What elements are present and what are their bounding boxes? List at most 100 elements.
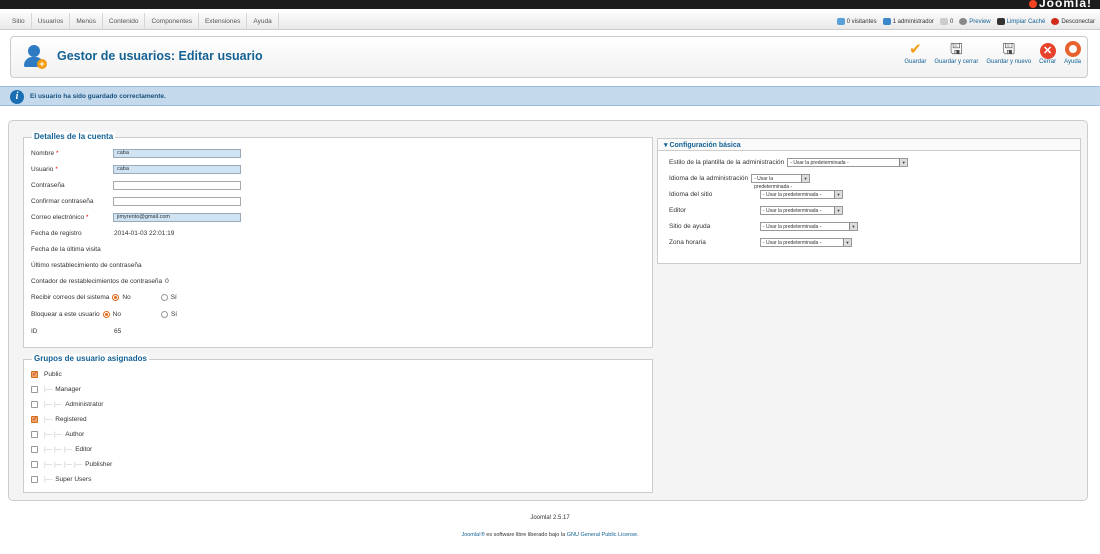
send-email-yes-label: Sí — [170, 293, 177, 301]
main-content: Detalles de la cuenta Nombre * Usuario *… — [8, 120, 1088, 501]
user-edit-icon: + — [23, 45, 47, 69]
admin-template-label: Estilo de la plantilla de la administrac… — [669, 158, 785, 166]
preview-link[interactable]: Preview — [959, 18, 991, 25]
group-checkbox-registered[interactable] — [31, 415, 38, 423]
password-input[interactable] — [113, 180, 241, 190]
block-no-radio[interactable] — [102, 310, 110, 318]
menu-item-menus[interactable]: Menús — [70, 13, 103, 30]
confirm-password-row: Confirmar contraseña — [31, 195, 241, 207]
save-button[interactable]: ✔ Guardar — [900, 41, 930, 65]
group-label: Administrator — [65, 400, 104, 408]
toolbar-buttons: ✔ Guardar 🖫 Guardar y cerrar 🖫 Guardar y… — [900, 41, 1085, 65]
page-title: Gestor de usuarios: Editar usuario — [57, 49, 263, 63]
clear-cache-link[interactable]: Limpiar Caché — [996, 18, 1046, 25]
email-input[interactable] — [113, 212, 241, 222]
basic-settings-header[interactable]: ▾ Configuración básica — [658, 139, 1080, 151]
editor-select[interactable]: - Usar la predeterminada - ▼ — [760, 205, 843, 215]
menu-item-sitio[interactable]: Sitio — [6, 13, 32, 30]
timezone-select[interactable]: - Usar la predeterminada - ▼ — [760, 237, 852, 247]
tree-line: |— — [44, 385, 53, 393]
confirm-password-label: Confirmar contraseña — [31, 197, 94, 205]
group-checkbox-super-users[interactable] — [31, 475, 38, 483]
block-yes-label: Sí — [170, 310, 178, 318]
basic-settings-title: ▾ Configuración básica — [664, 142, 741, 149]
name-label-text: Nombre — [31, 149, 55, 157]
user-groups-legend: Grupos de usuario asignados — [32, 354, 149, 363]
menu-item-contenido[interactable]: Contenido — [103, 13, 146, 30]
site-language-row: Idioma del sitio - Usar la predeterminad… — [669, 188, 843, 200]
username-input[interactable] — [113, 164, 241, 174]
block-no-label: No — [112, 310, 121, 318]
close-button[interactable]: ✕ Cerrar — [1035, 41, 1060, 65]
email-label-text: Correo electrónico — [31, 213, 85, 221]
admins-status: 1 administrador — [882, 18, 934, 25]
admin-template-value: - Usar la predeterminada - — [790, 159, 849, 166]
system-message: i El usuario ha sido guardado correctame… — [0, 86, 1100, 106]
last-visit-label: Fecha de la última visita — [31, 245, 101, 253]
group-label: Publisher — [85, 460, 113, 468]
last-reset-row: Último restablecimiento de contraseña — [31, 259, 142, 271]
chevron-down-icon: ▼ — [899, 158, 908, 166]
title-toolbar: + Gestor de usuarios: Editar usuario ✔ G… — [10, 36, 1088, 78]
info-icon: i — [10, 90, 24, 104]
group-checkbox-editor[interactable] — [31, 445, 38, 453]
group-checkbox-author[interactable] — [31, 430, 38, 438]
menu-item-componentes[interactable]: Componentes — [145, 13, 199, 30]
group-row: |— |— Administrator — [31, 398, 103, 410]
user-groups-fieldset: Grupos de usuario asignados Public |—Man… — [23, 354, 653, 493]
group-checkbox-publisher[interactable] — [31, 460, 38, 468]
save-label: Guardar — [904, 59, 927, 65]
group-checkbox-administrator[interactable] — [31, 400, 38, 408]
help-site-row: Sitio de ayuda - Usar la predeterminada … — [669, 220, 858, 232]
timezone-value: - Usar la predeterminada - — [763, 239, 822, 246]
site-language-select[interactable]: - Usar la predeterminada - ▼ — [760, 189, 843, 199]
password-row: Contraseña — [31, 179, 241, 191]
close-label: Cerrar — [1039, 59, 1057, 65]
send-email-no-label: No — [122, 293, 131, 301]
help-site-select[interactable]: - Usar la predeterminada - ▼ — [760, 221, 858, 231]
group-row: |— |— Author — [31, 428, 84, 440]
message-icon — [939, 18, 948, 25]
save-close-button[interactable]: 🖫 Guardar y cerrar — [930, 41, 982, 65]
logout-link[interactable]: Desconectar — [1051, 18, 1095, 25]
reset-count-row: Contador de restablecimientos de contras… — [31, 275, 169, 287]
license-text: es software libre liberado bajo la — [486, 532, 566, 538]
reset-count-value: 0 — [165, 277, 169, 285]
tree-line: |— — [44, 415, 53, 423]
timezone-row: Zona horaria - Usar la predeterminada - ▼ — [669, 236, 852, 248]
top-bar: Joomla! — [0, 0, 1100, 10]
register-date-value: 2014-01-03 22:01:19 — [114, 229, 175, 237]
tree-line: |— |— |— — [44, 445, 73, 453]
admin-template-select[interactable]: - Usar la predeterminada - ▼ — [787, 157, 909, 167]
send-email-no-radio[interactable] — [112, 293, 120, 301]
account-details-legend: Detalles de la cuenta — [32, 132, 116, 141]
menu-item-usuarios[interactable]: Usuarios — [32, 13, 71, 30]
messages-status[interactable]: 0 — [939, 18, 953, 25]
chevron-down-icon: ▼ — [849, 222, 857, 230]
clear-cache-text: Limpiar Caché — [1006, 18, 1046, 25]
password-label: Contraseña — [31, 181, 65, 189]
gpl-link[interactable]: GNU General Public License. — [567, 532, 639, 538]
help-button[interactable]: Ayuda — [1060, 41, 1085, 65]
group-checkbox-public[interactable] — [31, 370, 38, 378]
group-row: |— |— |— |— Publisher — [31, 458, 112, 470]
name-label: Nombre * — [31, 149, 59, 157]
tree-line: |— — [44, 475, 53, 483]
register-date-row: Fecha de registro 2014-01-03 22:01:19 — [31, 227, 174, 239]
joomla-link[interactable]: Joomla!® — [461, 532, 484, 538]
basic-settings-title-text: Configuración básica — [669, 142, 741, 149]
menu-item-extensiones[interactable]: Extensiones — [199, 13, 248, 30]
menu-item-ayuda[interactable]: Ayuda — [247, 13, 279, 30]
status-bar: 0 visitantes 1 administrador 0 Preview L… — [831, 13, 1095, 30]
message-text: El usuario ha sido guardado correctament… — [30, 93, 166, 100]
group-row: |— Super Users — [31, 473, 91, 485]
group-checkbox-manager[interactable] — [31, 385, 38, 393]
save-new-button[interactable]: 🖫 Guardar y nuevo — [982, 41, 1035, 65]
save-close-label: Guardar y cerrar — [934, 59, 979, 65]
id-row: ID 65 — [31, 325, 121, 337]
block-yes-radio[interactable] — [160, 310, 168, 318]
confirm-password-input[interactable] — [113, 196, 241, 206]
send-email-yes-radio[interactable] — [160, 293, 168, 301]
name-input[interactable] — [113, 148, 241, 158]
admin-language-select[interactable]: - Usar la predeterminada - ▼ — [751, 173, 811, 190]
